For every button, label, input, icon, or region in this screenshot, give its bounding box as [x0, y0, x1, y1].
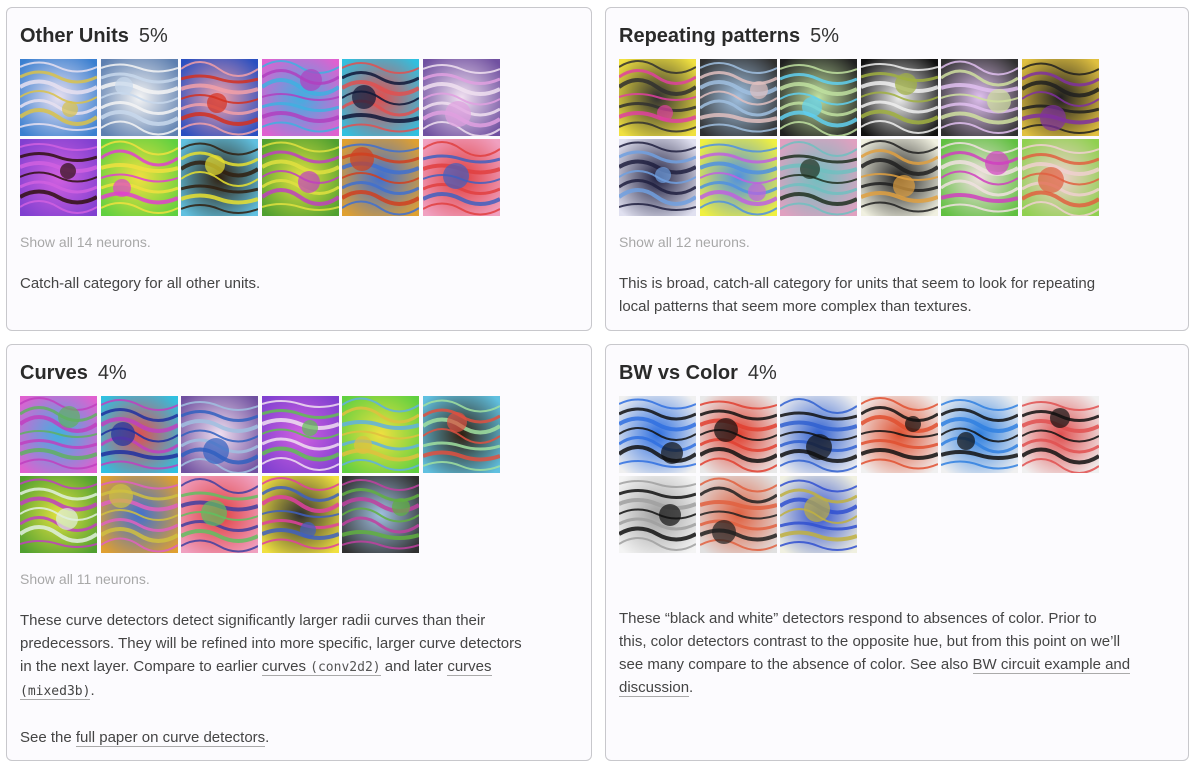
description-text: and later	[380, 658, 448, 675]
neuron-11-thumbnail[interactable]	[1022, 139, 1099, 216]
card-repeating-patterns: Repeating patterns 5% Show all 12 neurons…	[605, 7, 1189, 331]
card-percentage: 5%	[138, 25, 168, 47]
neuron-3-thumbnail[interactable]	[261, 59, 339, 136]
card-title-text: Repeating patterns	[619, 25, 801, 47]
card-title: BW vs Color 4%	[619, 359, 777, 387]
neuron-9-thumbnail[interactable]	[261, 139, 339, 216]
neuron-7-thumbnail[interactable]	[699, 476, 777, 553]
neuron-5-thumbnail[interactable]	[1022, 59, 1099, 136]
neuron-5-thumbnail[interactable]	[1022, 396, 1099, 473]
neuron-7-thumbnail[interactable]	[100, 476, 178, 553]
neuron-grid	[619, 396, 1099, 556]
description-text: see many compare to the absence of color…	[619, 656, 973, 673]
neuron-1-thumbnail[interactable]	[699, 396, 777, 473]
curve-detectors-paper-link[interactable]: full paper on curve detectors	[75, 729, 266, 747]
curves-mixed3b-link[interactable]: curves	[447, 658, 492, 676]
card-title: Repeating patterns 5%	[619, 22, 839, 50]
neuron-6-thumbnail[interactable]	[20, 476, 97, 553]
card-curves: Curves 4% Show all 11 neurons. These curv…	[6, 344, 592, 761]
description-line: (mixed3b).	[20, 679, 522, 703]
description-line: These curve detectors detect significant…	[20, 612, 486, 629]
description-line: in the next layer. Compare to earlier cu…	[20, 655, 522, 679]
card-title-text: Curves	[20, 362, 88, 384]
neuron-3-thumbnail[interactable]	[261, 396, 339, 473]
neuron-9-thumbnail[interactable]	[261, 476, 339, 553]
card-percentage: 4%	[747, 362, 777, 384]
neuron-8-thumbnail[interactable]	[181, 476, 259, 553]
description-line: discussion.	[619, 676, 1130, 699]
neuron-0-thumbnail[interactable]	[20, 59, 97, 136]
neuron-4-thumbnail[interactable]	[342, 396, 420, 473]
neuron-8-thumbnail[interactable]	[780, 476, 858, 553]
description-line: see many compare to the absence of color…	[619, 653, 1131, 676]
neuron-7-thumbnail[interactable]	[100, 139, 178, 216]
card-title-text: Other Units	[20, 25, 129, 47]
neuron-5-thumbnail[interactable]	[423, 59, 500, 136]
description-line: this, color detectors contrast to the op…	[619, 633, 1121, 650]
neuron-2-thumbnail[interactable]	[181, 59, 259, 136]
neuron-4-thumbnail[interactable]	[941, 396, 1019, 473]
description-line: See the full paper on curve detectors.	[20, 726, 522, 749]
card-description: These curve detectors detect significant…	[20, 609, 522, 749]
description-line: These “black and white” detectors respon…	[619, 610, 1097, 627]
neuron-3-thumbnail[interactable]	[860, 396, 938, 473]
card-description: These “black and white” detectors respon…	[619, 607, 1131, 699]
neuron-0-thumbnail[interactable]	[619, 396, 696, 473]
curves-mixed3b-link-code[interactable]: (mixed3b)	[20, 684, 91, 700]
neuron-grid	[619, 59, 1099, 219]
bw-circuit-link[interactable]: BW circuit example and	[972, 656, 1131, 674]
neuron-9-thumbnail[interactable]	[860, 139, 938, 216]
bw-discussion-link[interactable]: discussion	[619, 679, 690, 697]
card-description: Catch-all category for all other units.	[20, 275, 261, 292]
neuron-1-thumbnail[interactable]	[100, 59, 178, 136]
link-text: curves	[261, 658, 306, 675]
description-text: .	[689, 679, 694, 696]
neuron-6-thumbnail[interactable]	[619, 476, 696, 553]
neuron-4-thumbnail[interactable]	[941, 59, 1019, 136]
neuron-2-thumbnail[interactable]	[181, 396, 259, 473]
description-text: .	[265, 729, 270, 746]
description-line: local patterns that seem more complex th…	[619, 298, 972, 315]
neuron-8-thumbnail[interactable]	[181, 139, 259, 216]
neuron-1-thumbnail[interactable]	[100, 396, 178, 473]
card-percentage: 5%	[810, 25, 840, 47]
description-line: predecessors. They will be refined into …	[20, 635, 522, 652]
card-title: Curves 4%	[20, 359, 127, 387]
neuron-0-thumbnail[interactable]	[20, 396, 97, 473]
neuron-2-thumbnail[interactable]	[780, 396, 858, 473]
neuron-1-thumbnail[interactable]	[699, 59, 777, 136]
neuron-11-thumbnail[interactable]	[423, 139, 500, 216]
description-text: in the next layer. Compare to earlier	[20, 658, 262, 675]
neuron-6-thumbnail[interactable]	[619, 139, 696, 216]
neuron-2-thumbnail[interactable]	[780, 59, 858, 136]
neuron-0-thumbnail[interactable]	[619, 59, 696, 136]
card-other-units: Other Units 5% Show all 14 neurons. Catch…	[6, 7, 592, 331]
description-text: .	[90, 682, 95, 699]
neuron-10-thumbnail[interactable]	[342, 139, 420, 216]
neuron-5-thumbnail[interactable]	[423, 396, 500, 473]
neuron-grid	[20, 396, 500, 556]
neuron-7-thumbnail[interactable]	[699, 139, 777, 216]
description-text: See the	[20, 729, 76, 746]
description-line: This is broad, catch-all category for un…	[619, 275, 1096, 292]
card-percentage: 4%	[97, 362, 127, 384]
show-all-link[interactable]: Show all 14 neurons.	[20, 232, 151, 252]
show-all-link[interactable]: Show all 11 neurons.	[20, 569, 150, 589]
show-all-link[interactable]: Show all 12 neurons.	[619, 232, 750, 252]
neuron-grid	[20, 59, 500, 219]
link-code: (conv2d2)	[310, 660, 381, 675]
neuron-10-thumbnail[interactable]	[342, 476, 420, 553]
card-description: This is broad, catch-all category for un…	[619, 272, 1095, 318]
card-title: Other Units 5%	[20, 22, 168, 50]
neuron-8-thumbnail[interactable]	[780, 139, 858, 216]
curves-conv2d2-link[interactable]: curves (conv2d2)	[261, 658, 381, 676]
neuron-3-thumbnail[interactable]	[860, 59, 938, 136]
neuron-6-thumbnail[interactable]	[20, 139, 97, 216]
neuron-4-thumbnail[interactable]	[342, 59, 420, 136]
card-title-text: BW vs Color	[619, 362, 738, 384]
neuron-10-thumbnail[interactable]	[941, 139, 1019, 216]
card-bw-vs-color: BW vs Color 4% These “black and white” de…	[605, 344, 1189, 761]
